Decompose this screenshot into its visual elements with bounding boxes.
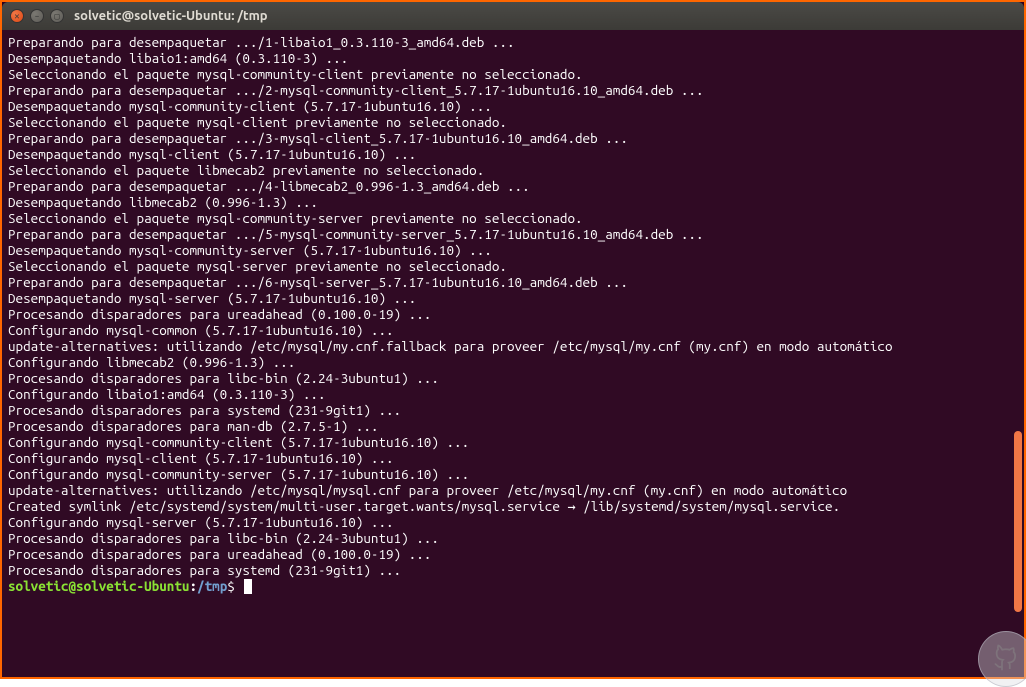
cursor xyxy=(244,579,252,594)
window-controls: ✕ – ▢ xyxy=(10,9,64,23)
terminal-line: Procesando disparadores para libc-bin (2… xyxy=(8,370,1018,386)
maximize-icon[interactable]: ▢ xyxy=(50,9,64,23)
terminal-line: Configurando mysql-community-client (5.7… xyxy=(8,434,1018,450)
terminal-output[interactable]: Preparando para desempaquetar .../1-liba… xyxy=(2,30,1024,677)
terminal-line: Desempaquetando mysql-community-client (… xyxy=(8,98,1018,114)
terminal-line: Preparando para desempaquetar .../4-libm… xyxy=(8,178,1018,194)
terminal-line: Procesando disparadores para systemd (23… xyxy=(8,562,1018,578)
terminal-line: Seleccionando el paquete mysql-client pr… xyxy=(8,114,1018,130)
terminal-line: Seleccionando el paquete libmecab2 previ… xyxy=(8,162,1018,178)
terminal-line: Configurando libmecab2 (0.996-1.3) ... xyxy=(8,354,1018,370)
terminal-line: Procesando disparadores para systemd (23… xyxy=(8,402,1018,418)
terminal-line: update-alternatives: utilizando /etc/mys… xyxy=(8,338,1018,354)
terminal-line: Desempaquetando libaio1:amd64 (0.3.110-3… xyxy=(8,50,1018,66)
terminal-line: Created symlink /etc/systemd/system/mult… xyxy=(8,498,1018,514)
terminal-window: ✕ – ▢ solvetic@solvetic-Ubuntu: /tmp Pre… xyxy=(2,2,1024,677)
terminal-line: Preparando para desempaquetar .../1-liba… xyxy=(8,34,1018,50)
scrollbar-thumb[interactable] xyxy=(1014,431,1022,612)
prompt-symbol: $ xyxy=(227,578,242,594)
terminal-line: Desempaquetando mysql-client (5.7.17-1ub… xyxy=(8,146,1018,162)
terminal-line: Desempaquetando libmecab2 (0.996-1.3) ..… xyxy=(8,194,1018,210)
prompt-path: /tmp xyxy=(197,578,227,594)
prompt-line[interactable]: solvetic@solvetic-Ubuntu:/tmp$ xyxy=(8,578,1018,594)
terminal-line: Preparando para desempaquetar .../2-mysq… xyxy=(8,82,1018,98)
window-title: solvetic@solvetic-Ubuntu: /tmp xyxy=(74,9,268,23)
terminal-line: Preparando para desempaquetar .../6-mysq… xyxy=(8,274,1018,290)
terminal-line: Configurando mysql-client (5.7.17-1ubunt… xyxy=(8,450,1018,466)
terminal-line: Procesando disparadores para man-db (2.7… xyxy=(8,418,1018,434)
terminal-line: Preparando para desempaquetar .../3-mysq… xyxy=(8,130,1018,146)
scrollbar[interactable] xyxy=(1012,30,1024,677)
terminal-line: Seleccionando el paquete mysql-community… xyxy=(8,66,1018,82)
terminal-line: update-alternatives: utilizando /etc/mys… xyxy=(8,482,1018,498)
terminal-line: Preparando para desempaquetar .../5-mysq… xyxy=(8,226,1018,242)
terminal-line: Configurando mysql-community-server (5.7… xyxy=(8,466,1018,482)
terminal-line: Seleccionando el paquete mysql-community… xyxy=(8,210,1018,226)
prompt-colon: : xyxy=(189,578,197,594)
terminal-line: Procesando disparadores para libc-bin (2… xyxy=(8,530,1018,546)
minimize-icon[interactable]: – xyxy=(30,9,44,23)
terminal-line: Seleccionando el paquete mysql-server pr… xyxy=(8,258,1018,274)
terminal-line: Configurando libaio1:amd64 (0.3.110-3) .… xyxy=(8,386,1018,402)
titlebar: ✕ – ▢ solvetic@solvetic-Ubuntu: /tmp xyxy=(2,2,1024,30)
terminal-line: Configurando mysql-server (5.7.17-1ubunt… xyxy=(8,514,1018,530)
terminal-line: Desempaquetando mysql-community-server (… xyxy=(8,242,1018,258)
close-icon[interactable]: ✕ xyxy=(10,9,24,23)
terminal-line: Procesando disparadores para ureadahead … xyxy=(8,546,1018,562)
prompt-user-host: solvetic@solvetic-Ubuntu xyxy=(8,578,189,594)
terminal-line: Configurando mysql-common (5.7.17-1ubunt… xyxy=(8,322,1018,338)
terminal-line: Procesando disparadores para ureadahead … xyxy=(8,306,1018,322)
terminal-line: Desempaquetando mysql-server (5.7.17-1ub… xyxy=(8,290,1018,306)
